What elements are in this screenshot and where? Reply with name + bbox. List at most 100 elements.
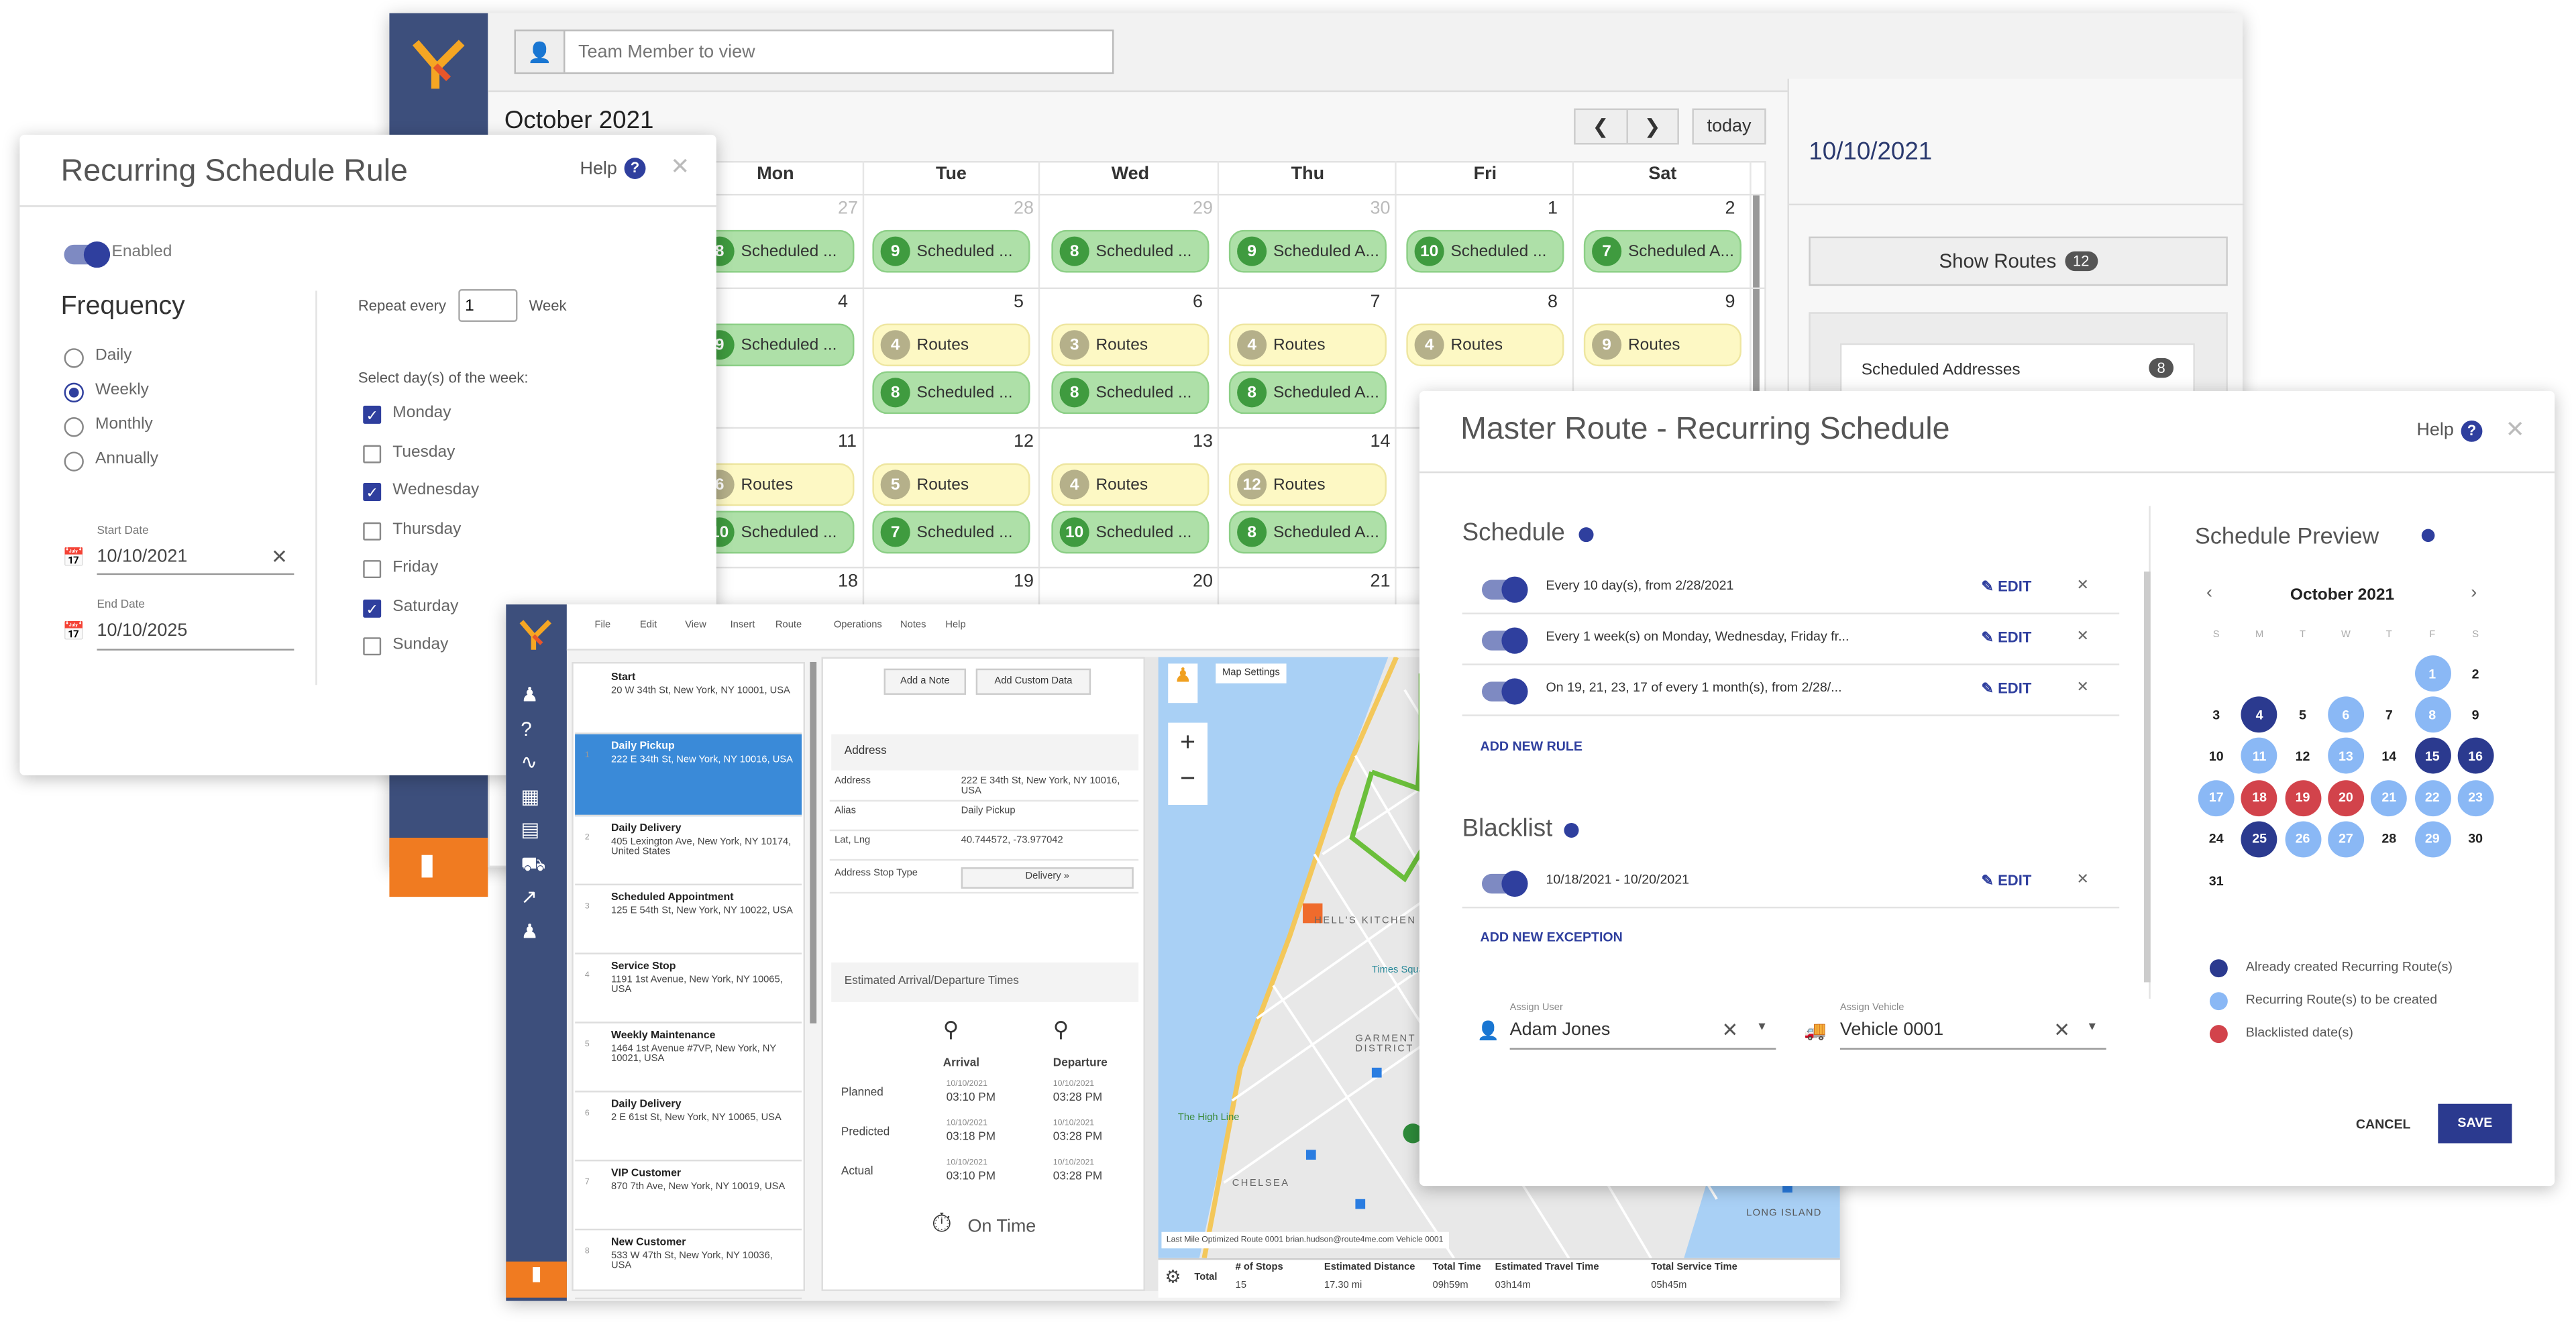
help-icon[interactable]: ? — [521, 717, 531, 740]
edit-exception-button[interactable]: ✎ EDIT — [1981, 872, 2031, 890]
stop-list-item[interactable]: 1 Daily Pickup 222 E 34th St, New York, NY… — [575, 734, 802, 817]
preview-day[interactable]: 24 — [2198, 821, 2235, 857]
scheduled-event-pill[interactable]: 8 Scheduled ... — [1051, 371, 1210, 415]
routes-event-pill[interactable]: 5 Routes — [872, 463, 1030, 506]
repeat-every-input[interactable] — [458, 289, 518, 323]
scheduled-event-pill[interactable]: 9 Scheduled ... — [872, 229, 1030, 273]
day-checkbox-saturday[interactable]: ✓ — [363, 598, 382, 617]
clear-vehicle-icon[interactable]: ✕ — [2053, 1018, 2070, 1041]
scheduled-event-pill[interactable]: 10 Scheduled ... — [1406, 229, 1564, 273]
frequency-radio-daily[interactable] — [64, 348, 84, 368]
preview-day-to-be-created[interactable]: 26 — [2284, 821, 2321, 857]
preview-day[interactable]: 9 — [2457, 697, 2493, 733]
preview-day-to-be-created[interactable]: 23 — [2457, 779, 2494, 816]
clear-user-icon[interactable]: ✕ — [1722, 1018, 1739, 1041]
scheduled-event-pill[interactable]: 9 Scheduled ... — [696, 323, 855, 367]
preview-next-month-button[interactable]: › — [2471, 583, 2477, 602]
preview-day-to-be-created[interactable]: 1 — [2414, 655, 2451, 692]
stop-list-item[interactable]: 2 Daily Delivery 405 Lexington Ave, New Yo… — [575, 816, 802, 886]
routes-event-pill[interactable]: 12 Routes — [1228, 463, 1387, 506]
routes-event-pill[interactable]: 6 Routes — [696, 463, 855, 506]
help-icon[interactable]: ? — [624, 158, 646, 179]
menu-item[interactable]: Route — [775, 621, 802, 631]
stop-list-item[interactable]: 3 Scheduled Appointment 125 E 54th St, New… — [575, 885, 802, 954]
frequency-radio-monthly[interactable] — [64, 417, 84, 437]
preview-day-to-be-created[interactable]: 6 — [2327, 696, 2364, 733]
scheduled-event-pill[interactable]: 7 Scheduled ... — [872, 510, 1030, 554]
add-new-rule-link[interactable]: ADD NEW RULE — [1481, 739, 1582, 754]
day-checkbox-thursday[interactable] — [363, 521, 382, 540]
info-icon[interactable] — [2421, 529, 2435, 543]
zoom-in-button[interactable]: + — [1168, 723, 1208, 764]
scheduled-addresses-item[interactable]: Scheduled Addresses 8 — [1839, 343, 2195, 396]
chat-button[interactable]: ▮ — [506, 1261, 567, 1298]
day-checkbox-sunday[interactable] — [363, 637, 382, 656]
blacklist-toggle[interactable] — [1481, 870, 1528, 897]
assign-vehicle-value[interactable]: Vehicle 0001 — [1840, 1020, 1943, 1040]
scheduled-event-pill[interactable]: 8 Scheduled A... — [1228, 371, 1387, 415]
stop-list-item[interactable]: 4 Service Stop 1191 1st Avenue, New York, … — [575, 954, 802, 1024]
rule-toggle[interactable] — [1481, 678, 1528, 705]
panel-splitter[interactable] — [1144, 657, 1159, 1291]
scheduled-event-pill[interactable]: 9 Scheduled A... — [1228, 229, 1387, 273]
clear-start-date-icon[interactable]: ✕ — [271, 545, 288, 568]
team-icon[interactable]: ♟ — [521, 919, 538, 942]
edit-rule-button[interactable]: ✎ EDIT — [1981, 680, 2031, 698]
street-view-pegman-icon[interactable]: ♟ — [1168, 663, 1198, 704]
scheduled-event-pill[interactable]: 10 Scheduled ... — [1051, 510, 1210, 554]
today-button[interactable]: today — [1692, 108, 1766, 145]
scheduled-event-pill[interactable]: 8 Scheduled A... — [1228, 510, 1387, 554]
preview-day-to-be-created[interactable]: 29 — [2414, 821, 2451, 857]
frequency-radio-annually[interactable] — [64, 451, 84, 472]
scheduled-event-pill[interactable]: 8 Scheduled ... — [696, 229, 855, 273]
preview-prev-month-button[interactable]: ‹ — [2206, 583, 2212, 602]
scheduled-event-pill[interactable]: 8 Scheduled ... — [1051, 229, 1210, 273]
delete-rule-icon[interactable]: ✕ — [2077, 678, 2089, 696]
chat-button[interactable]: ▮ — [389, 837, 488, 897]
day-checkbox-tuesday[interactable] — [363, 444, 382, 463]
settings-gear-icon[interactable]: ⚙ — [1165, 1266, 1181, 1288]
info-icon[interactable] — [1578, 527, 1594, 543]
routes-event-pill[interactable]: 3 Routes — [1051, 323, 1210, 367]
routes-event-pill[interactable]: 4 Routes — [872, 323, 1030, 367]
preview-day-created[interactable]: 25 — [2241, 821, 2278, 857]
start-date-value[interactable]: 10/10/2021 — [97, 547, 187, 567]
help-icon[interactable]: ? — [2461, 420, 2483, 442]
show-routes-button[interactable]: Show Routes 12 — [1809, 236, 2228, 286]
close-icon[interactable]: ✕ — [2506, 416, 2525, 444]
map-settings-button[interactable]: Map Settings — [1216, 663, 1287, 683]
menu-item[interactable]: View — [685, 621, 706, 631]
delete-rule-icon[interactable]: ✕ — [2077, 628, 2089, 646]
calendar-scrollbar[interactable] — [1753, 193, 1760, 424]
add-driver-icon[interactable]: ♟ — [521, 683, 538, 706]
user-dropdown-chevron-icon[interactable]: ▼ — [1756, 1022, 1768, 1033]
routes-event-pill[interactable]: 4 Routes — [1228, 323, 1387, 367]
team-member-search[interactable]: 👤 — [514, 30, 1114, 74]
analytics-icon[interactable]: ↗ — [521, 885, 537, 908]
help-link[interactable]: Help — [2416, 421, 2453, 440]
add-custom-data-button[interactable]: Add Custom Data — [975, 668, 1091, 695]
scheduled-event-pill[interactable]: 10 Scheduled ... — [696, 510, 855, 554]
preview-day-to-be-created[interactable]: 27 — [2327, 821, 2364, 857]
menu-item[interactable]: Notes — [900, 621, 926, 631]
menu-item[interactable]: Help — [945, 621, 965, 631]
edit-rule-button[interactable]: ✎ EDIT — [1981, 629, 2031, 647]
delete-exception-icon[interactable]: ✕ — [2077, 871, 2089, 889]
scheduled-event-pill[interactable]: 7 Scheduled A... — [1583, 229, 1741, 273]
menu-item[interactable]: Edit — [640, 621, 657, 631]
routes-event-pill[interactable]: 4 Routes — [1406, 323, 1564, 367]
day-checkbox-monday[interactable]: ✓ — [363, 405, 382, 424]
day-checkbox-wednesday[interactable]: ✓ — [363, 483, 382, 501]
preview-day[interactable]: 28 — [2371, 821, 2407, 857]
close-icon[interactable]: ✕ — [670, 153, 690, 181]
info-icon[interactable] — [1564, 822, 1579, 838]
rule-toggle[interactable] — [1481, 576, 1528, 603]
planning-icon[interactable]: ▦ — [521, 784, 539, 807]
vehicle-dropdown-chevron-icon[interactable]: ▼ — [2086, 1022, 2098, 1033]
menu-item[interactable]: Insert — [731, 621, 755, 631]
edit-rule-button[interactable]: ✎ EDIT — [1981, 578, 2031, 596]
routes-icon[interactable]: ∿ — [521, 751, 537, 773]
day-checkbox-friday[interactable] — [363, 560, 382, 579]
fleet-icon[interactable]: ⛟ — [521, 852, 545, 878]
add-new-exception-link[interactable]: ADD NEW EXCEPTION — [1481, 930, 1623, 944]
